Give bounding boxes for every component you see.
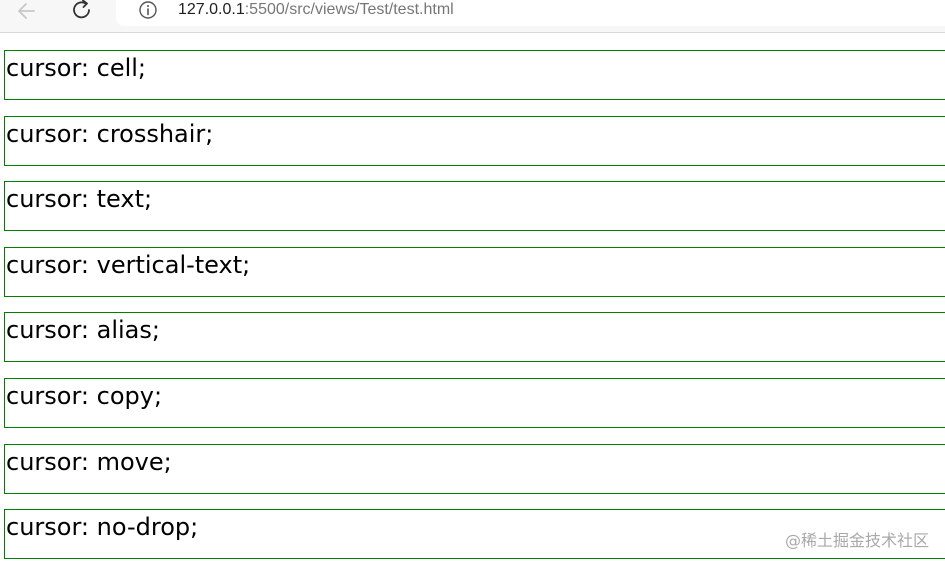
- refresh-icon: [73, 0, 90, 19]
- cursor-box-label: cursor: vertical-text;: [6, 250, 251, 279]
- cursor-box-label: cursor: cell;: [6, 54, 147, 82]
- cursor-box-label: cursor: copy;: [6, 381, 163, 410]
- cursor-box-label: cursor: alias;: [6, 316, 160, 345]
- back-button[interactable]: [14, 0, 40, 22]
- watermark: @稀土掘金技术社区: [784, 531, 929, 550]
- cursor-box-label: cursor: move;: [6, 447, 172, 476]
- cursor-box-vertical-text[interactable]: cursor: vertical-text;: [4, 246, 945, 297]
- cursor-box-cell[interactable]: cursor: cell;: [4, 50, 945, 100]
- info-icon[interactable]: [138, 0, 158, 20]
- refresh-button[interactable]: [69, 0, 95, 22]
- cursor-box-copy[interactable]: cursor: copy;: [4, 377, 945, 428]
- cursor-box-crosshair[interactable]: cursor: crosshair;: [4, 115, 945, 166]
- cursor-box-alias[interactable]: cursor: alias;: [4, 312, 945, 363]
- address-bar[interactable]: 127.0.0.1:5500/src/views/Test/test.html: [116, 0, 945, 26]
- cursor-demo-list: cursor: cell; cursor: crosshair; cursor:…: [4, 50, 945, 565]
- cursor-box-label: cursor: no-drop;: [6, 513, 199, 542]
- arrow-left-icon: [18, 3, 35, 19]
- url-host: 127.0.0.1: [178, 1, 245, 18]
- cursor-box-label: cursor: text;: [6, 185, 153, 214]
- browser-toolbar: 127.0.0.1:5500/src/views/Test/test.html: [0, 0, 945, 33]
- cursor-box-move[interactable]: cursor: move;: [4, 443, 945, 494]
- url-text[interactable]: 127.0.0.1:5500/src/views/Test/test.html: [178, 0, 454, 21]
- url-path: :5500/src/views/Test/test.html: [244, 1, 454, 18]
- cursor-box-label: cursor: crosshair;: [6, 119, 214, 148]
- cursor-box-text[interactable]: cursor: text;: [4, 181, 945, 232]
